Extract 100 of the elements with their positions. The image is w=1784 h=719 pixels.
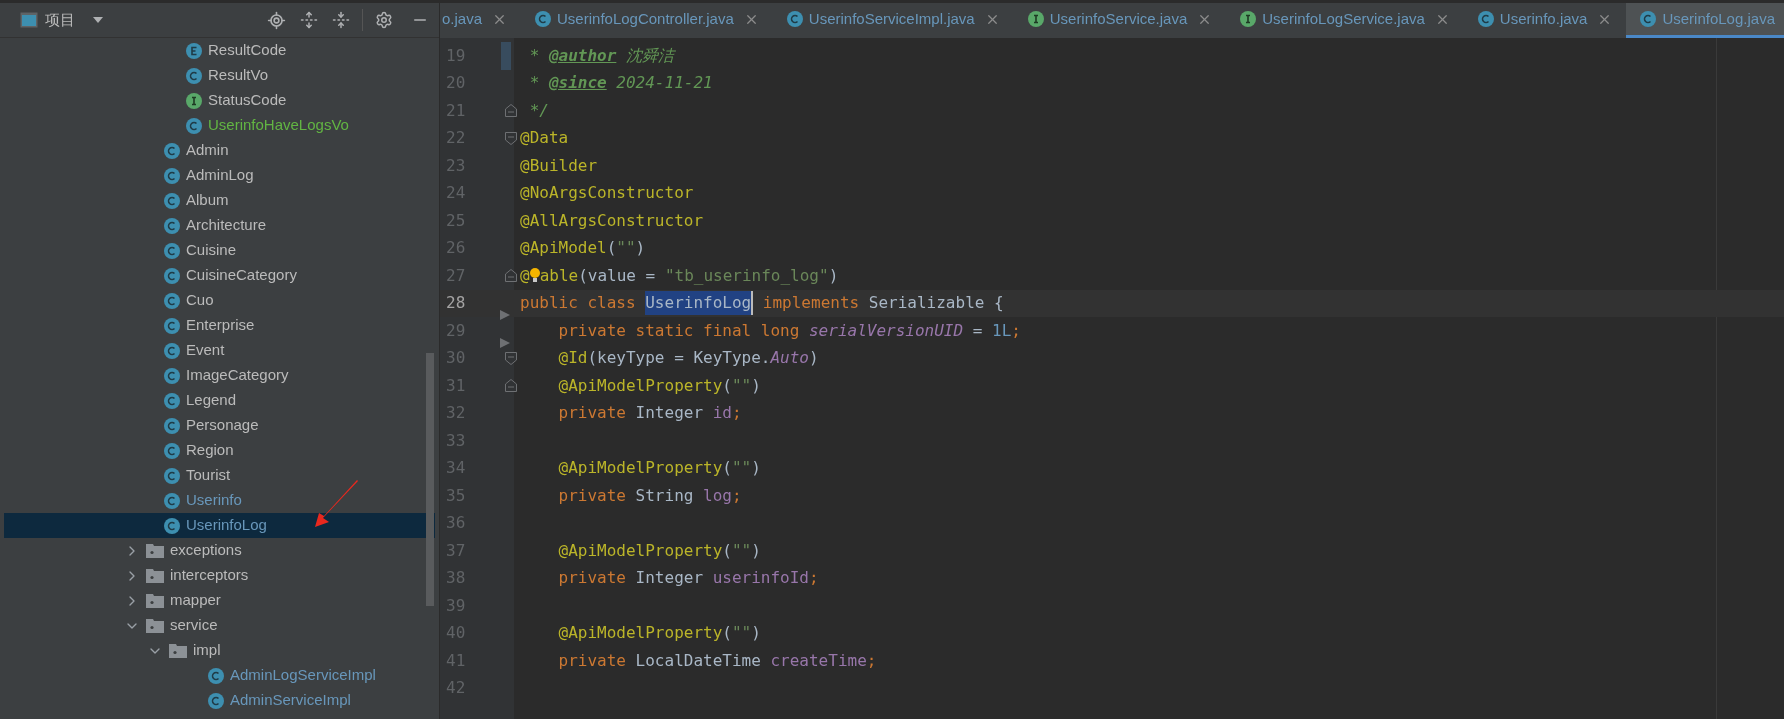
tree-item[interactable]: Cuisine [4, 238, 435, 263]
line-number: 28 [446, 292, 466, 315]
tree-item[interactable]: exceptions [4, 538, 435, 563]
class-icon [164, 392, 180, 409]
class-icon [164, 517, 180, 534]
code-line: @Id(keyType = KeyType.Auto) [557, 347, 819, 370]
class-icon [164, 267, 180, 284]
unfold-icon[interactable] [505, 104, 517, 118]
tree-item[interactable]: UserinfoHaveLogsVo [4, 113, 435, 138]
tree-item[interactable]: Userinfo [4, 488, 435, 513]
tree-item[interactable]: Cuo [4, 288, 435, 313]
enum-icon [186, 42, 202, 59]
item-label: ImageCategory [186, 365, 289, 386]
item-label: Cuisine [186, 240, 237, 261]
fold-icon[interactable] [505, 131, 517, 145]
item-label: Architecture [186, 215, 267, 236]
class-icon [164, 342, 180, 359]
class-icon [164, 142, 180, 159]
tree-item[interactable]: ImageCategory [4, 363, 435, 388]
tree-item[interactable]: impl [4, 638, 435, 663]
class-icon [164, 492, 180, 509]
class-icon [164, 242, 180, 259]
tree-item[interactable]: service [4, 613, 435, 638]
interface-icon [1240, 11, 1257, 27]
dropdown-caret-icon[interactable] [93, 17, 103, 23]
collapse-all-icon[interactable] [332, 11, 350, 29]
editor-tab[interactable]: UserinfoLogService.java [1226, 3, 1464, 38]
tree-item[interactable]: CuisineCategory [4, 263, 435, 288]
scrollbar-thumb[interactable] [426, 353, 434, 606]
tree-item[interactable]: ResultVo [4, 63, 435, 88]
class-icon [164, 467, 180, 484]
tree-item[interactable]: ResultCode [4, 38, 435, 63]
class-icon [208, 692, 224, 709]
tree-item[interactable]: Album [4, 188, 435, 213]
item-label: AdminLog [186, 165, 254, 186]
tree-item[interactable]: Enterprise [4, 313, 435, 338]
item-label: CuisineCategory [186, 265, 297, 286]
code-line: @ApiModelProperty("") [557, 457, 761, 480]
code-line: @Builder [520, 154, 598, 177]
panel-title[interactable]: 项目 [45, 8, 75, 32]
code-line: @AllArgsConstructor [520, 209, 704, 232]
unfold-icon[interactable] [505, 269, 517, 283]
item-label: Tourist [186, 465, 231, 486]
folder-icon [146, 568, 164, 583]
play-icon[interactable] [499, 336, 511, 349]
tree-item[interactable]: Event [4, 338, 435, 363]
class-icon [186, 117, 202, 134]
item-label: Personage [186, 415, 259, 436]
folder-icon [146, 618, 164, 633]
code-line: */ [528, 99, 549, 122]
item-label: ResultCode [208, 40, 287, 61]
editor-tab[interactable]: UserinfoLogController.java [521, 3, 773, 38]
folder-icon [169, 643, 187, 658]
class-icon [1640, 11, 1657, 27]
editor-tab[interactable]: UserinfoService.java [1013, 3, 1227, 38]
tree-item[interactable]: Legend [4, 388, 435, 413]
tree-item[interactable]: AdminLog [4, 163, 435, 188]
code-line: private Integer userinfoId; [557, 567, 819, 590]
tree-item[interactable]: interceptors [4, 563, 435, 588]
code-line: @ able(value = "tb_userinfo_log") [520, 264, 839, 288]
class-icon [208, 667, 224, 684]
item-label: AdminServiceImpl [230, 690, 351, 711]
item-label: ResultVo [208, 65, 269, 86]
class-icon [786, 11, 803, 27]
code-line: * @author 沈舜洁 [528, 44, 674, 67]
item-label: UserinfoHaveLogsVo [208, 115, 349, 136]
play-icon[interactable] [499, 309, 511, 321]
tree-item[interactable]: StatusCode [4, 88, 435, 113]
folder-icon [146, 543, 164, 558]
item-label: impl [193, 640, 221, 661]
item-label: Enterprise [186, 315, 255, 336]
tree-item[interactable]: AdminLogServiceImpl [4, 663, 435, 688]
locate-icon[interactable] [267, 10, 286, 30]
tree-item[interactable]: Personage [4, 413, 435, 438]
item-label: UserinfoLog [186, 515, 267, 536]
tree-item[interactable]: UserinfoLog [4, 513, 435, 538]
expand-all-icon[interactable] [300, 11, 318, 29]
tree-item[interactable]: Region [4, 438, 435, 463]
item-label: Legend [186, 390, 237, 411]
fold-icon[interactable] [505, 351, 517, 365]
tree-item[interactable]: Architecture [4, 213, 435, 238]
item-label: Event [186, 340, 225, 361]
code-line: private static final long serialVersionUID = 1L; [557, 319, 1021, 342]
window-icon [20, 12, 38, 28]
code-line: public class UserinfoLog implements Serializable { [520, 291, 1004, 316]
class-icon [186, 67, 202, 84]
tree-item[interactable]: AdminServiceImpl [4, 688, 435, 713]
editor-tab[interactable]: UserinfoServiceImpl.java [772, 3, 1014, 38]
tree-item[interactable]: Admin [4, 138, 435, 163]
editor-tab[interactable]: Userinfo.java [1463, 3, 1627, 38]
tree-item[interactable]: Tourist [4, 463, 435, 488]
settings-icon[interactable] [375, 11, 393, 29]
tree-item[interactable]: mapper [4, 588, 435, 613]
class-icon [535, 11, 552, 27]
unfold-icon[interactable] [505, 379, 517, 393]
annotation-arrow [313, 480, 359, 528]
code-line: private LocalDateTime createTime; [557, 649, 877, 672]
interface-icon [1027, 11, 1044, 27]
item-label: Admin [186, 140, 229, 161]
editor-tab[interactable]: o.java [440, 3, 522, 38]
